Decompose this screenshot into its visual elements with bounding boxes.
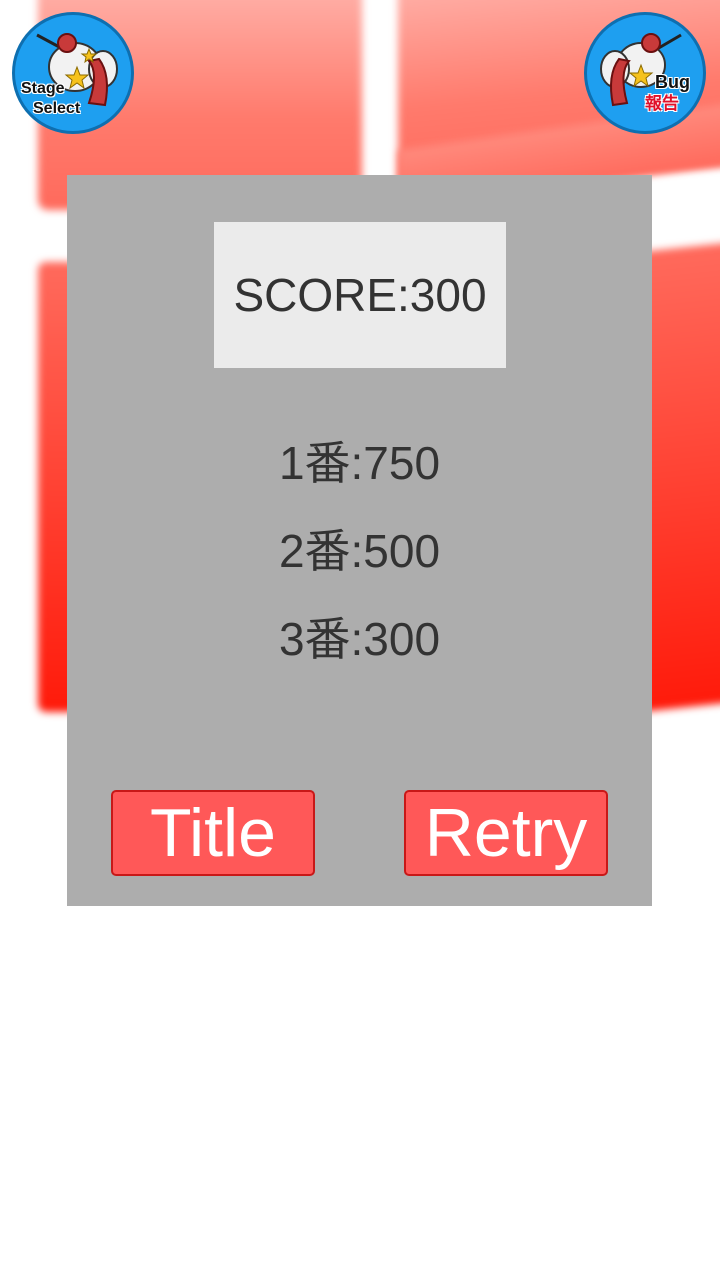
bug-report-button[interactable]: Bug 報告	[584, 12, 706, 134]
game-result-screen: Stage Select Bug 報告 SCORE:300 1番:750 2番:…	[0, 0, 720, 1280]
retry-button[interactable]: Retry	[404, 790, 608, 876]
bug-report-label: Bug	[655, 72, 690, 92]
result-panel: SCORE:300 1番:750 2番:500 3番:300 Title Ret…	[67, 175, 652, 906]
title-button[interactable]: Title	[111, 790, 315, 876]
ranking-entry: 3番:300	[278, 613, 441, 665]
ranking-entry: 1番:750	[278, 437, 441, 489]
ranking-entry: 2番:500	[278, 525, 441, 577]
stage-select-button[interactable]: Stage Select	[12, 12, 134, 134]
score-display: SCORE:300	[214, 222, 506, 368]
stage-select-label: Stage	[21, 80, 65, 97]
background-block	[640, 241, 720, 713]
bug-report-label: 報告	[645, 94, 679, 113]
stage-select-label: Select	[33, 100, 81, 117]
